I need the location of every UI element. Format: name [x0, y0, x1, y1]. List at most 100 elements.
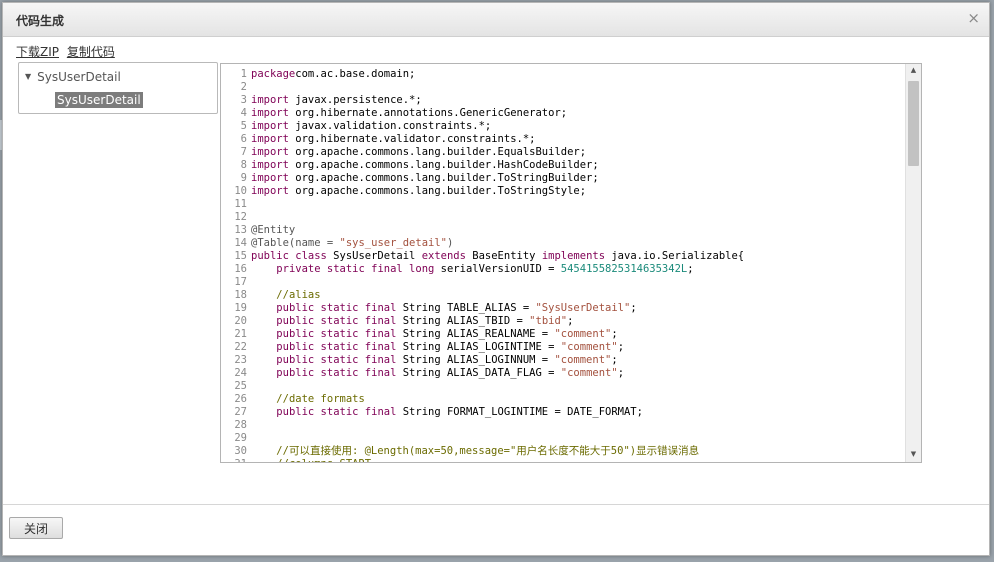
triangle-down-icon[interactable]: ▼	[25, 72, 31, 81]
code-line: 6 import org.hibernate.validator.constrai…	[221, 133, 744, 146]
code-token: javax.persistence.*;	[288, 94, 422, 106]
line-number: 28	[234, 419, 247, 431]
code-token: ;	[617, 367, 625, 379]
code-token: import	[251, 94, 289, 106]
code-line: 5 import javax.validation.constraints.*;	[221, 120, 744, 133]
code-line: 13 @Entity	[221, 224, 744, 237]
line-number: 21	[234, 328, 247, 340]
line-number: 4	[240, 107, 247, 119]
code-token: "comment"	[554, 354, 612, 366]
line-number: 16	[234, 263, 247, 275]
line-number: 30	[234, 445, 247, 457]
line-number: 3	[240, 94, 247, 106]
line-number: 9	[240, 172, 247, 184]
code-token: implements	[541, 250, 606, 262]
code-token: ;	[611, 328, 618, 340]
code-line: 4 import org.hibernate.annotations.Generi…	[221, 107, 744, 120]
line-number: 22	[234, 341, 247, 353]
code-token: import	[251, 185, 289, 197]
code-line: 30 //可以直接使用: @Length(max=50,message="用户名…	[221, 445, 744, 458]
code-token: org.apache.commons.lang.builder.ToString…	[288, 172, 599, 184]
code-line: 19 public static final String TABLE_ALIA…	[221, 302, 744, 315]
code-line: 12	[221, 211, 744, 224]
line-number: 15	[234, 250, 247, 262]
scrollbar-thumb[interactable]	[908, 81, 919, 166]
code-token: //date formats	[276, 393, 365, 405]
code-token: //columns START	[276, 458, 371, 462]
code-token: ;	[611, 354, 618, 366]
code-token: javax.validation.constraints.*;	[288, 120, 492, 132]
code-token: org.apache.commons.lang.builder.EqualsBu…	[288, 146, 587, 158]
copy-code-link[interactable]: 复制代码	[67, 45, 115, 59]
code-token: private static final long	[276, 263, 435, 275]
line-number: 18	[234, 289, 247, 301]
code-line: 16 private static final long serialVersi…	[221, 263, 744, 276]
code-line: 24 public static final String ALIAS_DATA…	[221, 367, 744, 380]
code-token: )	[446, 237, 454, 249]
line-number: 11	[234, 198, 247, 210]
footer-divider	[3, 504, 989, 505]
tree-node-selected[interactable]: SysUserDetail	[55, 92, 143, 108]
code-line: 17	[221, 276, 744, 289]
tree-node-root[interactable]: ▼ SysUserDetail	[25, 70, 121, 84]
code-token: public static final	[276, 367, 397, 379]
code-token: import	[251, 107, 289, 119]
code-token: java.io.Serializable{	[605, 250, 745, 262]
action-links: 下载ZIP 复制代码	[16, 43, 119, 60]
scroll-up-icon[interactable]: ▲	[906, 66, 921, 76]
close-button[interactable]: 关闭	[9, 517, 63, 539]
code-token: import	[251, 120, 289, 132]
code-token: public static final	[276, 315, 397, 327]
line-number: 10	[234, 185, 247, 197]
code-editor[interactable]: 1 packagecom.ac.base.domain; 2 3 import java…	[220, 63, 922, 463]
download-zip-link[interactable]: 下载ZIP	[16, 45, 59, 59]
code-token: public static final	[276, 406, 397, 418]
code-token: ;	[687, 263, 694, 275]
vertical-scrollbar[interactable]: ▲ ▼	[905, 64, 921, 462]
code-line: 18 //alias	[221, 289, 744, 302]
line-number: 25	[234, 380, 247, 392]
code-line: 31 //columns START	[221, 458, 744, 462]
dialog-titlebar: 代码生成 ×	[3, 3, 989, 37]
code-token: public static final	[276, 302, 397, 314]
code-token: com.ac.base.domain;	[295, 68, 416, 80]
line-number: 6	[240, 133, 247, 145]
code-token: public class	[251, 250, 327, 262]
code-line: 29	[221, 432, 744, 445]
close-icon[interactable]: ×	[967, 9, 980, 27]
code-token: org.hibernate.validator.constraints.*;	[288, 133, 536, 145]
line-number: 23	[234, 354, 247, 366]
code-token: ;	[630, 302, 637, 314]
code-token: public static final	[276, 354, 397, 366]
code-token: org.apache.commons.lang.builder.HashCode…	[288, 159, 599, 171]
line-number: 1	[240, 68, 247, 80]
code-line: 15 public class SysUserDetail extends Bas…	[221, 250, 744, 263]
scroll-down-icon[interactable]: ▼	[906, 450, 921, 460]
code-token: 5454155825314635342L	[560, 263, 688, 275]
code-token: public static final	[276, 341, 397, 353]
code-token: ;	[617, 341, 625, 353]
code-token: org.hibernate.annotations.GenericGenerat…	[288, 107, 568, 119]
code-token: package	[251, 68, 296, 80]
line-number: 20	[234, 315, 247, 327]
code-token: String ALIAS_DATA_FLAG =	[396, 367, 561, 379]
code-token: String ALIAS_LOGINNUM =	[396, 354, 555, 366]
code-token: "comment"	[560, 341, 618, 353]
code-line: 21 public static final String ALIAS_REAL…	[221, 328, 744, 341]
tree-node-root-label: SysUserDetail	[37, 70, 121, 84]
code-token: import	[251, 159, 289, 171]
code-token: BaseEntity	[465, 250, 542, 262]
code-line: 23 public static final String ALIAS_LOGI…	[221, 354, 744, 367]
code-line: 8 import org.apache.commons.lang.builder.…	[221, 159, 744, 172]
code-token: //alias	[276, 289, 321, 301]
code-token: String TABLE_ALIAS =	[396, 302, 536, 314]
line-number: 7	[240, 146, 247, 158]
line-number: 2	[240, 81, 247, 93]
code-token: "comment"	[560, 367, 618, 379]
